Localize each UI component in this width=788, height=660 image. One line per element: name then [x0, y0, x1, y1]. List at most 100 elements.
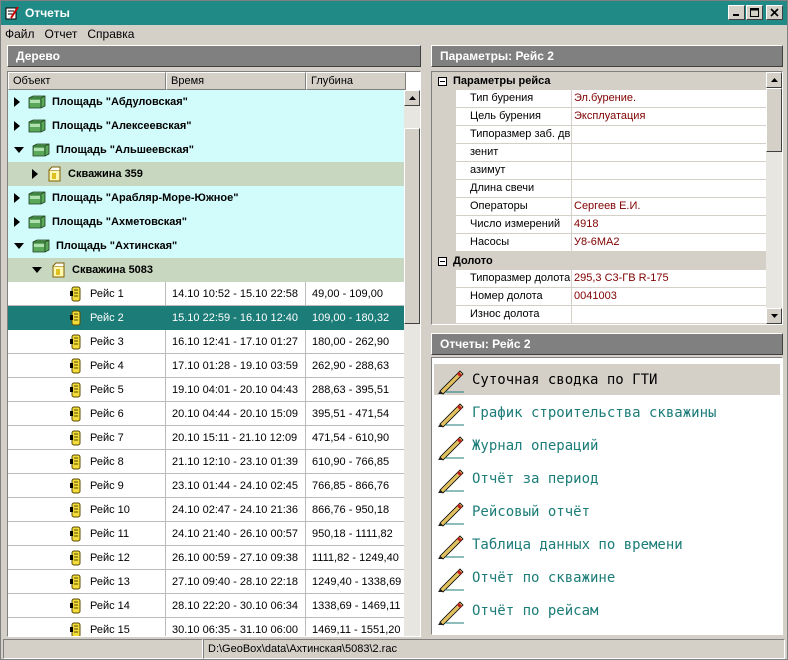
scroll-thumb[interactable]: [404, 128, 420, 324]
expand-down-icon[interactable]: [14, 147, 24, 153]
tree-node-trip[interactable]: Рейс 10 24.10 02:47 - 24.10 21:36 866,76 -…: [8, 498, 406, 522]
expand-down-icon[interactable]: [32, 267, 42, 273]
params-scroll-up-button[interactable]: [766, 72, 782, 88]
pencil-icon: [438, 402, 464, 428]
expand-right-icon[interactable]: [14, 193, 20, 203]
param-value[interactable]: [572, 126, 768, 144]
arrow-up-icon: [408, 96, 416, 100]
tree-node-area[interactable]: Площадь "Ахтинская": [8, 234, 406, 258]
params-scroll-thumb[interactable]: [766, 88, 782, 152]
menu-report[interactable]: Отчет: [45, 27, 78, 41]
report-item[interactable]: Рейсовый отчёт: [434, 496, 780, 527]
tree-node-area[interactable]: Площадь "Абдуловская": [8, 90, 406, 114]
trip-time: 16.10 12:41 - 17.10 01:27: [166, 330, 306, 354]
param-value[interactable]: У8-6МА2: [572, 234, 768, 252]
tree-scrollbar[interactable]: [404, 90, 420, 636]
param-row[interactable]: Типоразмер заб. дв: [432, 126, 768, 144]
trip-icon: [70, 622, 81, 636]
tree-node-area[interactable]: Площадь "Арабляр-Море-Южное": [8, 186, 406, 210]
report-item[interactable]: Отчёт по рейсам: [434, 595, 780, 626]
param-row[interactable]: Типоразмер долота 295,3 С3-ГВ R-175: [432, 270, 768, 288]
expand-right-icon[interactable]: [14, 217, 20, 227]
menu-bar: Файл Отчет Справка: [1, 25, 787, 43]
param-group-header[interactable]: Параметры рейса: [432, 72, 768, 90]
well-icon: [48, 166, 61, 182]
expand-right-icon[interactable]: [32, 169, 38, 179]
close-button[interactable]: [766, 5, 783, 20]
close-icon: [770, 8, 779, 17]
param-row[interactable]: Операторы Сергеев Е.И.: [432, 198, 768, 216]
tree-node-trip[interactable]: Рейс 3 16.10 12:41 - 17.10 01:27 180,00 - …: [8, 330, 406, 354]
column-header-object[interactable]: Объект: [8, 72, 166, 90]
tree-node-trip[interactable]: Рейс 8 21.10 12:10 - 23.10 01:39 610,90 - …: [8, 450, 406, 474]
expand-right-icon[interactable]: [14, 97, 20, 107]
arrow-down-icon: [770, 314, 778, 318]
param-row[interactable]: Число измерений 4918: [432, 216, 768, 234]
param-gutter: [432, 90, 456, 108]
report-item[interactable]: Журнал операций: [434, 430, 780, 461]
tree-node-area[interactable]: Площадь "Алексеевская": [8, 114, 406, 138]
param-value[interactable]: [572, 144, 768, 162]
expand-down-icon[interactable]: [14, 243, 24, 249]
menu-file[interactable]: Файл: [5, 27, 35, 41]
trip-time: 24.10 02:47 - 24.10 21:36: [166, 498, 306, 522]
title-bar[interactable]: Отчеты: [1, 1, 787, 25]
column-header-depth[interactable]: Глубина: [306, 72, 406, 90]
param-value[interactable]: Сергеев Е.И.: [572, 198, 768, 216]
param-value[interactable]: [572, 162, 768, 180]
tree-node-trip[interactable]: Рейс 15 30.10 06:35 - 31.10 06:00 1469,11 …: [8, 618, 406, 636]
param-value[interactable]: Эл.бурение.: [572, 90, 768, 108]
tree-node-trip[interactable]: Рейс 7 20.10 15:11 - 21.10 12:09 471,54 - …: [8, 426, 406, 450]
param-group-header[interactable]: Долото: [432, 252, 768, 270]
column-header-time[interactable]: Время: [166, 72, 306, 90]
param-value[interactable]: [572, 306, 768, 324]
report-item[interactable]: Отчёт за период: [434, 463, 780, 494]
tree-node-trip[interactable]: Рейс 9 23.10 01:44 - 24.10 02:45 766,85 - …: [8, 474, 406, 498]
param-value[interactable]: 0041003: [572, 288, 768, 306]
tree-node-trip[interactable]: Рейс 12 26.10 00:59 - 27.10 09:38 1111,82 …: [8, 546, 406, 570]
tree-node-trip[interactable]: Рейс 2 15.10 22:59 - 16.10 12:40 109,00 - …: [8, 305, 406, 330]
param-value[interactable]: 4918: [572, 216, 768, 234]
param-value[interactable]: 295,3 С3-ГВ R-175: [572, 270, 768, 288]
status-bar: D:\GeoBox\data\Ахтинская\5083\2.rac: [1, 639, 787, 659]
param-row[interactable]: азимут: [432, 162, 768, 180]
reports-panel-header: Отчеты: Рейс 2: [431, 333, 783, 355]
tree-node-trip[interactable]: Рейс 1 14.10 10:52 - 15.10 22:58 49,00 - 1…: [8, 282, 406, 306]
tree-node-trip[interactable]: Рейс 5 19.10 04:01 - 20.10 04:43 288,63 - …: [8, 378, 406, 402]
menu-help[interactable]: Справка: [87, 27, 134, 41]
param-row[interactable]: Номер долота 0041003: [432, 288, 768, 306]
param-value[interactable]: Эксплуатация: [572, 108, 768, 126]
minimize-button[interactable]: [728, 5, 745, 20]
param-row[interactable]: Износ долота: [432, 306, 768, 324]
tree-node-trip[interactable]: Рейс 14 28.10 22:20 - 30.10 06:34 1338,69 …: [8, 594, 406, 618]
tree-view[interactable]: Объект Время Глубина Площадь "Абдуловска…: [7, 71, 421, 637]
maximize-button[interactable]: [746, 5, 763, 20]
tree-node-trip[interactable]: Рейс 11 24.10 21:40 - 26.10 00:57 950,18 -…: [8, 522, 406, 546]
tree-node-trip[interactable]: Рейс 6 20.10 04:44 - 20.10 15:09 395,51 - …: [8, 402, 406, 426]
param-row[interactable]: Насосы У8-6МА2: [432, 234, 768, 252]
param-value[interactable]: [572, 180, 768, 198]
expand-right-icon[interactable]: [14, 121, 20, 131]
tree-node-trip[interactable]: Рейс 4 17.10 01:28 - 19.10 03:59 262,90 - …: [8, 354, 406, 378]
tree-node-area[interactable]: Площадь "Ахметовская": [8, 210, 406, 234]
report-item[interactable]: Суточная сводка по ГТИ: [434, 364, 780, 395]
tree-node-well[interactable]: Скважина 359: [8, 162, 406, 186]
collapse-icon[interactable]: [438, 256, 447, 266]
main-window: Отчеты Файл Отчет Справка Дерево Объект …: [0, 0, 788, 660]
param-row[interactable]: зенит: [432, 144, 768, 162]
params-grid[interactable]: Параметры рейса Тип бурения Эл.бурение. Цел…: [431, 71, 783, 325]
params-scroll-down-button[interactable]: [766, 308, 782, 324]
trip-icon: [70, 478, 81, 493]
tree-node-area[interactable]: Площадь "Альшеевская": [8, 138, 406, 162]
tree-node-well[interactable]: Скважина 5083: [8, 258, 406, 282]
report-item[interactable]: Отчёт по скважине: [434, 562, 780, 593]
report-item[interactable]: График строительства скважины: [434, 397, 780, 428]
param-row[interactable]: Тип бурения Эл.бурение.: [432, 90, 768, 108]
param-row[interactable]: Цель бурения Эксплуатация: [432, 108, 768, 126]
params-scrollbar[interactable]: [766, 72, 782, 324]
param-row[interactable]: Длина свечи: [432, 180, 768, 198]
collapse-icon[interactable]: [438, 76, 447, 86]
report-item[interactable]: Таблица данных по времени: [434, 529, 780, 560]
scroll-up-button[interactable]: [404, 90, 420, 106]
tree-node-trip[interactable]: Рейс 13 27.10 09:40 - 28.10 22:18 1249,40 …: [8, 570, 406, 594]
